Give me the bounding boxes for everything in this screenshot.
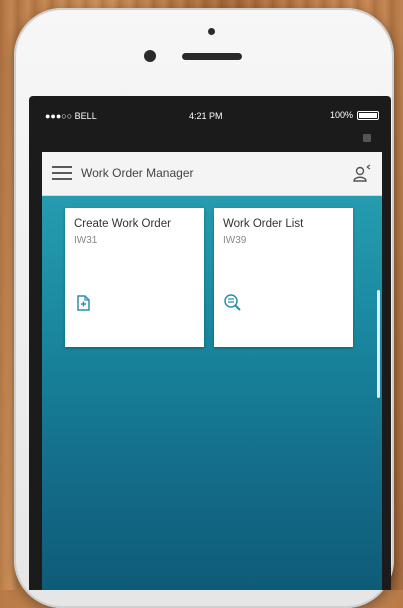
tile-create-work-order[interactable]: Create Work Order IW31 — [65, 208, 204, 347]
hamburger-menu-icon[interactable] — [52, 166, 72, 181]
clock: 4:21 PM — [189, 111, 223, 121]
scrollbar[interactable] — [377, 290, 380, 398]
earpiece-speaker — [182, 53, 242, 60]
menu-dots-icon — [363, 134, 371, 142]
app-header: Work Order Manager — [42, 152, 382, 196]
search-list-icon — [224, 294, 241, 311]
tile-title: Work Order List — [223, 218, 304, 230]
page-title: Work Order Manager — [81, 166, 194, 180]
carrier-label: ●●●○○ BELL — [45, 111, 97, 121]
front-camera — [144, 50, 156, 62]
status-bar: ●●●○○ BELL 4:21 PM 100% — [29, 96, 391, 136]
tile-subtitle: IW31 — [74, 235, 98, 246]
app-view: Work Order Manager Create Work Order IW3… — [42, 152, 382, 590]
tile-title: Create Work Order — [74, 218, 171, 230]
user-profile-icon[interactable] — [352, 164, 372, 184]
tile-subtitle: IW39 — [223, 235, 247, 246]
phone-screen: ●●●○○ BELL 4:21 PM 100% Work Order Manag… — [29, 96, 391, 590]
battery-percent: 100% — [329, 110, 353, 120]
battery-icon — [357, 110, 379, 120]
tile-work-order-list[interactable]: Work Order List IW39 — [214, 208, 353, 347]
create-document-icon — [77, 295, 90, 311]
proximity-sensor — [208, 28, 215, 35]
battery-status: 100% — [330, 110, 379, 120]
